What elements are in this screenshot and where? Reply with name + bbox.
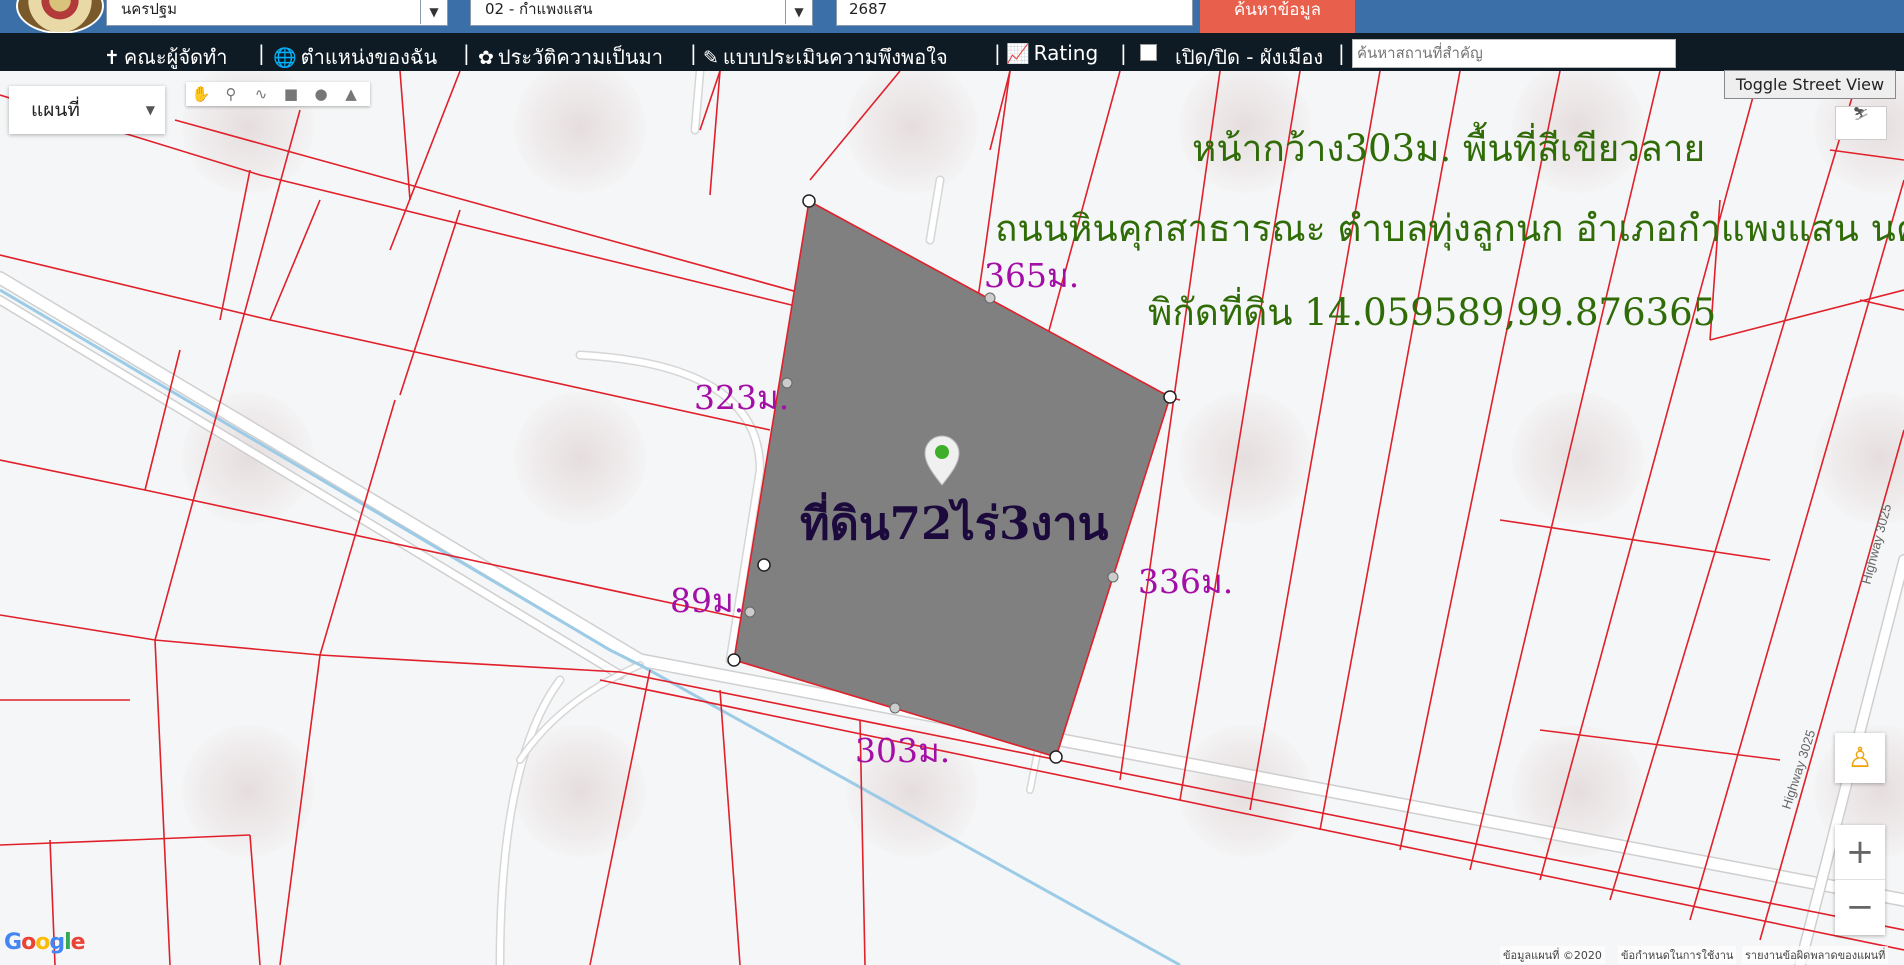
- highway-label: Highway 3025: [1779, 728, 1819, 811]
- map-canvas[interactable]: Highway 3025 Highway 3025 หน้ากว้าง303ม.…: [0, 71, 1904, 965]
- chevron-down-icon: ▼: [145, 103, 155, 117]
- annotation-coordinates: พิกัดที่ดิน 14.059589,99.876365: [1148, 291, 1717, 334]
- side-length-right: 336ม.: [1138, 562, 1234, 601]
- map-type-select[interactable]: แผนที่ ▼: [9, 86, 165, 134]
- side-length-small: 89ม.: [670, 581, 745, 620]
- annotation-parcel-area: ที่ดิน72ไร่3งาน: [800, 497, 1109, 550]
- province-select-value: นครปฐม: [121, 0, 178, 18]
- nav-item-history[interactable]: ✿ ประวัติความเป็นมา: [478, 41, 663, 73]
- annotation-location: ถนนหินคุกสาธารณะ ตำบลทุ่งลูกนก อำเภอกำแพ…: [995, 207, 1904, 250]
- circle-icon[interactable]: ●: [306, 85, 336, 103]
- history-icon: ✿: [478, 47, 494, 69]
- search-data-button[interactable]: ค้นหาข้อมูล: [1200, 0, 1355, 33]
- city-plan-toggle-label: เปิด/ปิด - ผังเมือง: [1175, 45, 1324, 69]
- zoom-control: + −: [1835, 825, 1885, 935]
- drawing-toolbar: ✋ ⚲ ∿ ■ ● ▲: [186, 82, 370, 106]
- parcel-number-input[interactable]: 2687: [836, 0, 1193, 26]
- survey-icon: ✎: [703, 47, 719, 69]
- nav-item-label: คณะผู้จัดทำ: [123, 45, 228, 69]
- nav-item-my-location[interactable]: 🌐 ตำแหน่งของฉัน: [273, 41, 437, 73]
- google-logo: Google: [4, 930, 86, 955]
- nav-item-label: ตำแหน่งของฉัน: [300, 45, 438, 69]
- city-plan-checkbox[interactable]: [1140, 44, 1157, 61]
- nav-separator: |: [1120, 41, 1127, 65]
- polygon-icon[interactable]: ▲: [336, 85, 366, 103]
- zoom-out-button[interactable]: −: [1835, 880, 1885, 934]
- polyline-icon[interactable]: ∿: [246, 85, 276, 103]
- hand-icon[interactable]: ✋: [186, 85, 216, 103]
- nav-item-label: แบบประเมินความพึงพอใจ: [722, 45, 948, 69]
- province-select[interactable]: นครปฐม ▼: [106, 0, 448, 26]
- nav-separator: |: [994, 41, 1001, 65]
- report-map-error-link[interactable]: รายงานข้อผิดพลาดของแผนที่: [1742, 946, 1889, 964]
- globe-icon: 🌐: [273, 47, 297, 69]
- landmark-search-input[interactable]: [1352, 39, 1676, 68]
- nav-separator: |: [463, 41, 470, 65]
- terms-of-use-link[interactable]: ข้อกำหนดในการใช้งาน: [1618, 946, 1737, 964]
- nav-separator: |: [690, 41, 697, 65]
- fullscreen-icon[interactable]: ⛷: [1835, 106, 1887, 140]
- map-data-attribution: ข้อมูลแผนที่ ©2020: [1500, 946, 1605, 964]
- nav-item-rating[interactable]: 📈 Rating: [1006, 41, 1098, 65]
- nav-separator: |: [1338, 41, 1345, 65]
- nav-item-team[interactable]: ✝ คณะผู้จัดทำ: [104, 41, 227, 73]
- pegman-icon[interactable]: ♙: [1835, 733, 1885, 783]
- marker-icon[interactable]: ⚲: [216, 85, 246, 103]
- nav-item-label: Rating: [1033, 41, 1099, 65]
- nav-item-survey[interactable]: ✎ แบบประเมินความพึงพอใจ: [703, 41, 948, 73]
- side-length-top: 365ม.: [984, 256, 1080, 295]
- zoom-in-button[interactable]: +: [1835, 825, 1885, 880]
- toggle-street-view-button[interactable]: Toggle Street View: [1724, 70, 1896, 99]
- side-length-left: 323ม.: [694, 378, 790, 417]
- rectangle-icon[interactable]: ■: [276, 85, 306, 103]
- nav-separator: |: [258, 41, 265, 65]
- selected-land-parcel[interactable]: [733, 199, 1171, 758]
- chevron-down-icon[interactable]: ▼: [785, 0, 812, 24]
- map-type-label: แผนที่: [31, 99, 80, 121]
- nav-item-label: ประวัติความเป็นมา: [497, 45, 663, 69]
- district-select-value: 02 - กำแพงแสน: [485, 0, 593, 18]
- palm-icon: ✝: [104, 47, 120, 69]
- chevron-down-icon[interactable]: ▼: [420, 0, 447, 24]
- district-select[interactable]: 02 - กำแพงแสน ▼: [470, 0, 813, 26]
- annotation-frontage: หน้ากว้าง303ม. พื้นที่สีเขียวลาย: [1192, 127, 1706, 170]
- chart-icon: 📈: [1006, 43, 1030, 65]
- side-length-bottom: 303ม.: [855, 731, 951, 770]
